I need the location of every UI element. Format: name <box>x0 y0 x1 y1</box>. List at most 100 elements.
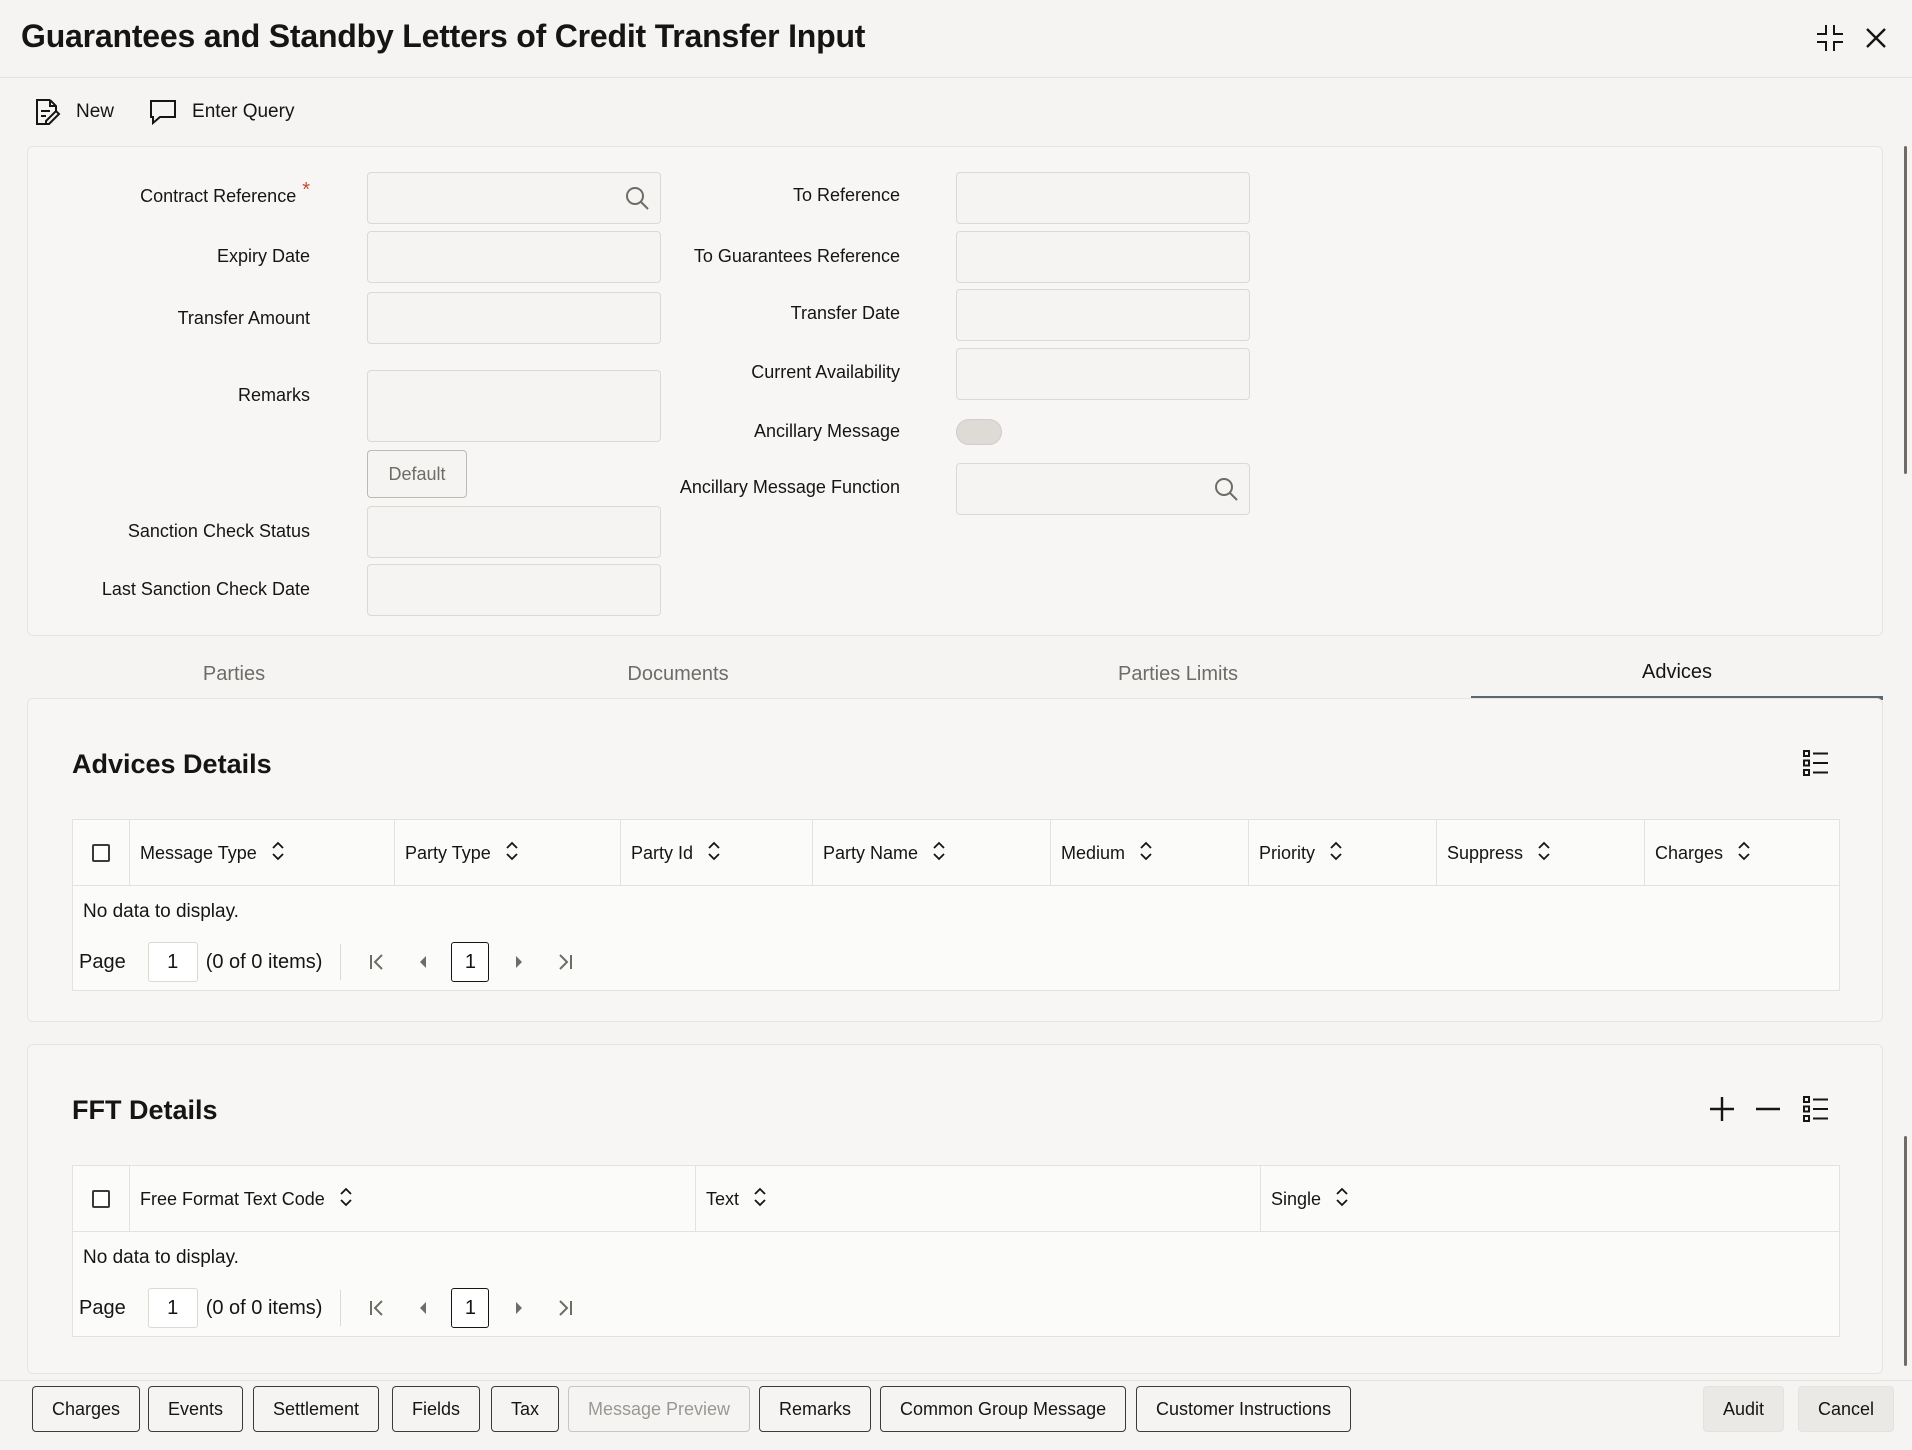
page-number-input[interactable]: 1 <box>147 1288 198 1328</box>
expiry-date-label: Expiry Date <box>216 246 310 266</box>
events-button[interactable]: Events <box>148 1386 244 1432</box>
sanction-check-status-label: Sanction Check Status <box>127 521 310 541</box>
toolbar: New Enter Query <box>32 92 328 132</box>
form-panel: Contract Reference * Expiry Date Transfer… <box>27 146 1883 636</box>
column-party-name[interactable]: Party Name <box>812 820 1050 886</box>
audit-button[interactable]: Audit <box>1703 1386 1785 1432</box>
column-party-id[interactable]: Party Id <box>620 820 812 886</box>
current-page-button[interactable]: 1 <box>451 942 490 982</box>
new-button[interactable]: New <box>32 97 114 127</box>
sanction-check-status-input[interactable] <box>367 506 661 558</box>
tab-parties-limits[interactable]: Parties Limits <box>971 648 1385 700</box>
new-label: New <box>76 101 115 122</box>
column-text[interactable]: Text <box>695 1166 1260 1232</box>
to-reference-input[interactable] <box>956 172 1250 224</box>
fft-pager: Page 1 (0 of 0 items) 1 <box>79 1288 593 1328</box>
previous-page-icon[interactable] <box>405 944 441 980</box>
remarks-button[interactable]: Remarks <box>759 1386 872 1432</box>
column-priority[interactable]: Priority <box>1248 820 1436 886</box>
tab-parties[interactable]: Parties <box>27 648 441 700</box>
contract-reference-input[interactable] <box>367 172 661 224</box>
ancillary-message-function-input[interactable] <box>956 463 1250 515</box>
advices-pager: Page 1 (0 of 0 items) 1 <box>79 942 593 982</box>
page-summary: (0 of 0 items) <box>205 950 323 973</box>
last-sanction-check-date-input[interactable] <box>367 564 661 616</box>
sort-icon <box>1329 841 1343 866</box>
next-page-icon[interactable] <box>501 1290 537 1326</box>
search-icon[interactable] <box>624 185 650 216</box>
advices-grid: Message Type Party Type Party Id Party N… <box>72 819 1840 991</box>
transfer-amount-input[interactable] <box>367 292 661 344</box>
sort-icon <box>1737 841 1751 866</box>
page-number-input[interactable]: 1 <box>147 942 198 982</box>
settlement-button[interactable]: Settlement <box>253 1386 380 1432</box>
common-group-message-button[interactable]: Common Group Message <box>880 1386 1127 1432</box>
page-label: Page <box>79 1296 126 1319</box>
charges-button[interactable]: Charges <box>32 1386 141 1432</box>
next-page-icon[interactable] <box>501 944 537 980</box>
transfer-date-input[interactable] <box>956 289 1250 341</box>
column-list-icon[interactable] <box>1798 745 1834 781</box>
select-all-cell <box>73 820 129 886</box>
remarks-textarea[interactable] <box>367 370 661 442</box>
fields-button[interactable]: Fields <box>392 1386 481 1432</box>
customer-instructions-button[interactable]: Customer Instructions <box>1136 1386 1352 1432</box>
scrollbar-thumb-top[interactable] <box>1904 146 1907 474</box>
current-availability-input[interactable] <box>956 348 1250 400</box>
to-guarantees-reference-input[interactable] <box>956 231 1250 283</box>
scrollbar-thumb-bottom[interactable] <box>1904 1136 1907 1366</box>
to-reference-label: To Reference <box>792 185 900 205</box>
fft-details-section: FFT Details Free Format Text Code Text S… <box>27 1044 1883 1374</box>
tax-button[interactable]: Tax <box>491 1386 560 1432</box>
search-icon[interactable] <box>1213 476 1239 507</box>
footer-bar: Charges Events Settlement Fields Tax Mes… <box>0 1380 1912 1450</box>
last-page-icon[interactable] <box>547 944 583 980</box>
to-guarantees-reference-label: To Guarantees Reference <box>693 246 900 266</box>
tab-bar: Parties Documents Parties Limits Advices <box>27 648 1883 700</box>
advices-grid-header: Message Type Party Type Party Id Party N… <box>73 820 1839 886</box>
column-list-icon[interactable] <box>1798 1091 1834 1127</box>
sort-icon <box>1335 1187 1349 1212</box>
message-preview-button[interactable]: Message Preview <box>568 1386 751 1432</box>
tab-advices[interactable]: Advices <box>1471 648 1883 700</box>
sort-icon <box>505 841 519 866</box>
first-page-icon[interactable] <box>359 1290 395 1326</box>
column-free-format-text-code[interactable]: Free Format Text Code <box>129 1166 695 1232</box>
remarks-label: Remarks <box>237 385 310 405</box>
default-button[interactable]: Default <box>367 450 467 498</box>
sort-icon <box>753 1187 767 1212</box>
fft-grid: Free Format Text Code Text Single No dat… <box>72 1165 1840 1337</box>
page-summary: (0 of 0 items) <box>205 1296 323 1319</box>
current-page-button[interactable]: 1 <box>451 1288 490 1328</box>
last-page-icon[interactable] <box>547 1290 583 1326</box>
select-all-checkbox[interactable] <box>92 844 110 862</box>
column-charges[interactable]: Charges <box>1644 820 1839 886</box>
enter-query-button[interactable]: Enter Query <box>148 97 294 127</box>
plus-icon[interactable] <box>1704 1091 1740 1127</box>
tab-documents[interactable]: Documents <box>471 648 885 700</box>
collapse-arrows-icon[interactable] <box>1812 20 1848 56</box>
previous-page-icon[interactable] <box>405 1290 441 1326</box>
transfer-amount-label: Transfer Amount <box>177 308 310 328</box>
close-icon[interactable] <box>1858 20 1894 56</box>
column-single[interactable]: Single <box>1260 1166 1839 1232</box>
column-medium[interactable]: Medium <box>1050 820 1248 886</box>
cancel-button[interactable]: Cancel <box>1798 1386 1895 1432</box>
scrollbar[interactable] <box>1904 146 1910 1376</box>
first-page-icon[interactable] <box>359 944 395 980</box>
column-message-type[interactable]: Message Type <box>129 820 394 886</box>
fft-grid-header: Free Format Text Code Text Single <box>73 1166 1839 1232</box>
expiry-date-input[interactable] <box>367 231 661 283</box>
page-label: Page <box>79 950 126 973</box>
column-party-type[interactable]: Party Type <box>394 820 620 886</box>
ancillary-message-toggle[interactable] <box>956 419 1002 445</box>
fft-details-title: FFT Details <box>72 1095 218 1125</box>
ancillary-message-function-label: Ancillary Message Function <box>679 477 900 497</box>
sort-icon <box>1139 841 1153 866</box>
minus-icon[interactable] <box>1750 1091 1786 1127</box>
sort-icon <box>1537 841 1551 866</box>
select-all-checkbox[interactable] <box>92 1190 110 1208</box>
new-document-icon <box>32 97 62 127</box>
column-suppress[interactable]: Suppress <box>1436 820 1644 886</box>
select-all-cell <box>73 1166 129 1232</box>
